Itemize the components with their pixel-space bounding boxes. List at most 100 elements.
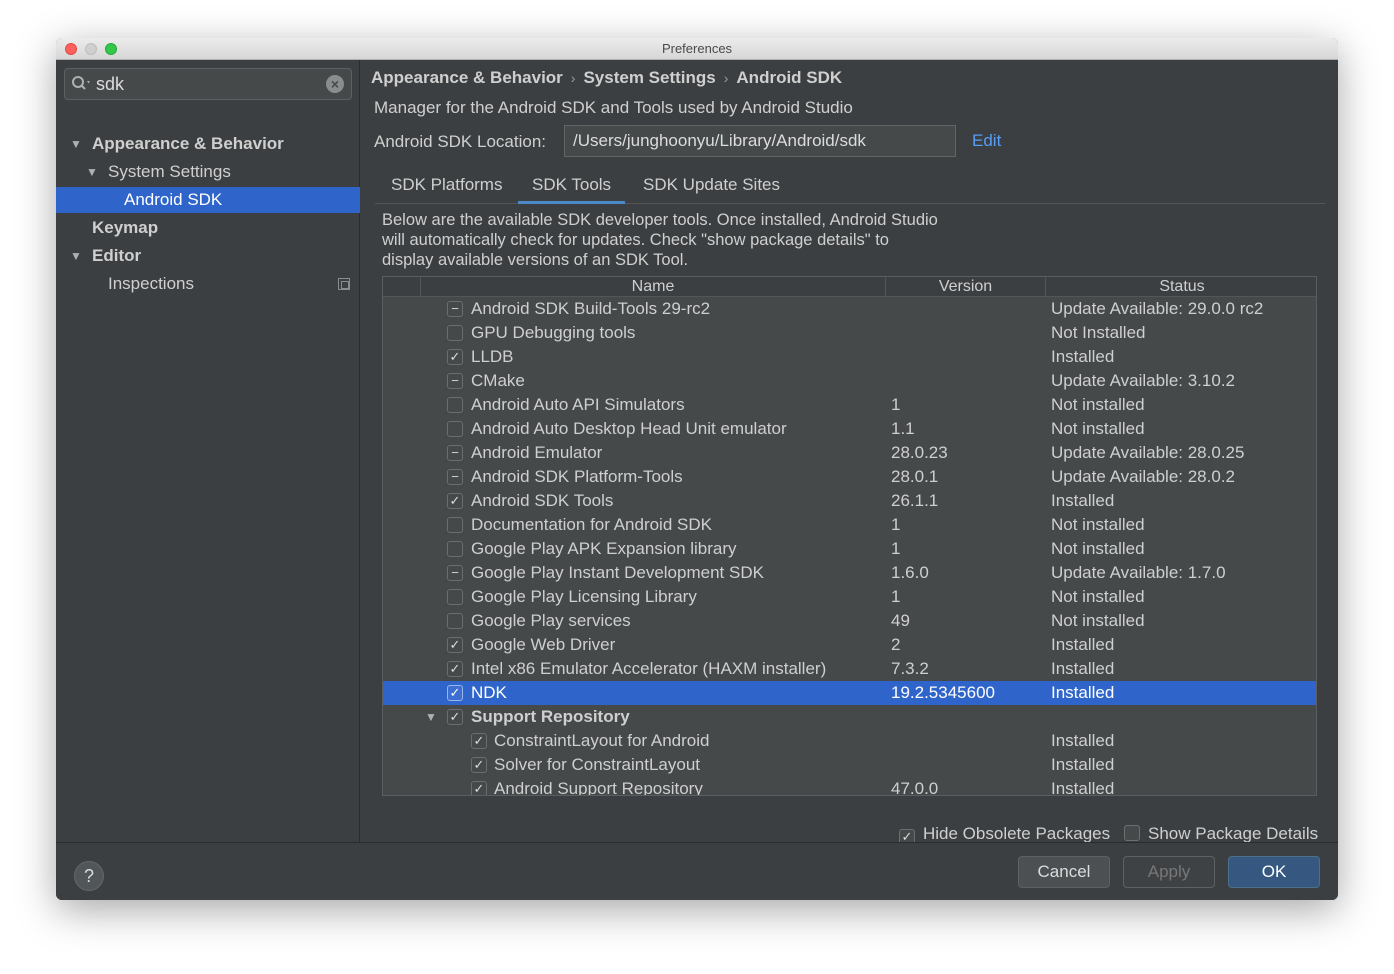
table-row[interactable]: Google Play services 49 Not installed — [383, 609, 1316, 633]
column-header-version[interactable]: Version — [886, 277, 1046, 297]
table-row[interactable]: − CMake Update Available: 3.10.2 — [383, 369, 1316, 393]
cell-name: Google Play Instant Development SDK — [471, 563, 764, 582]
sidebar-item-label: Android SDK — [124, 190, 223, 209]
table-row[interactable]: ✓ Google Web Driver 2 Installed — [383, 633, 1316, 657]
zoom-window-button[interactable] — [105, 43, 117, 55]
table-row[interactable]: GPU Debugging tools Not Installed — [383, 321, 1316, 345]
row-checkbox[interactable] — [447, 325, 463, 341]
column-header-status[interactable]: Status — [1046, 277, 1316, 297]
cell-status: Installed — [1051, 491, 1115, 510]
row-checkbox[interactable]: ✓ — [447, 349, 463, 365]
cell-name: Intel x86 Emulator Accelerator (HAXM ins… — [471, 659, 827, 678]
show-details-label: Show Package Details — [1148, 824, 1319, 843]
ok-button[interactable]: OK — [1228, 856, 1320, 888]
cell-version: 28.0.1 — [891, 467, 939, 486]
show-details-option[interactable]: Show Package Details — [1124, 824, 1318, 844]
help-button[interactable]: ? — [74, 861, 104, 891]
row-checkbox[interactable] — [447, 541, 463, 557]
row-checkbox[interactable] — [447, 589, 463, 605]
cell-name: Google Play Licensing Library — [471, 587, 697, 606]
main-panel: Appearance & Behavior › System Settings › An… — [361, 60, 1338, 845]
table-row[interactable]: ✓ LLDB Installed — [383, 345, 1316, 369]
expand-arrow-icon[interactable]: ▼ — [70, 243, 82, 269]
cell-name: Google Play services — [471, 611, 631, 630]
row-checkbox[interactable]: ✓ — [471, 757, 487, 773]
tab-sdk-update-sites[interactable]: SDK Update Sites — [629, 168, 794, 204]
sidebar-item-keymap[interactable]: Keymap — [56, 215, 360, 241]
table-row[interactable]: ✓ Android SDK Tools 26.1.1 Installed — [383, 489, 1316, 513]
row-checkbox[interactable] — [447, 517, 463, 533]
row-checkbox[interactable]: − — [447, 301, 463, 317]
cell-name: Android SDK Platform-Tools — [471, 467, 683, 486]
table-row[interactable]: ✓ Intel x86 Emulator Accelerator (HAXM in… — [383, 657, 1316, 681]
sidebar-item-editor[interactable]: ▼ Editor — [56, 243, 360, 269]
clear-search-icon[interactable]: × — [326, 75, 344, 93]
table-row[interactable]: ✓ Solver for ConstraintLayout Installed — [383, 753, 1316, 777]
row-checkbox[interactable] — [447, 397, 463, 413]
cell-name: CMake — [471, 371, 525, 390]
search-icon[interactable] — [71, 75, 93, 93]
cell-status: Installed — [1051, 683, 1115, 702]
cell-status: Not Installed — [1051, 323, 1146, 342]
sidebar-item-label: System Settings — [108, 162, 231, 181]
hide-obsolete-label: Hide Obsolete Packages — [923, 824, 1111, 843]
cell-version: 19.2.5345600 — [891, 683, 995, 702]
cell-name: Google Web Driver — [471, 635, 616, 654]
row-checkbox[interactable]: ✓ — [447, 637, 463, 653]
row-checkbox[interactable]: − — [447, 445, 463, 461]
apply-button[interactable]: Apply — [1123, 856, 1215, 888]
row-checkbox[interactable]: ✓ — [447, 661, 463, 677]
show-details-checkbox[interactable] — [1124, 825, 1140, 841]
table-row[interactable]: Android Auto API Simulators 1 Not installe… — [383, 393, 1316, 417]
sidebar-item-system-settings[interactable]: ▼ System Settings — [56, 159, 360, 185]
search-input[interactable] — [96, 73, 316, 95]
cell-name: Android Auto Desktop Head Unit emulator — [471, 419, 787, 438]
row-checkbox[interactable] — [447, 613, 463, 629]
table-row[interactable]: ✓ ConstraintLayout for Android Installed — [383, 729, 1316, 753]
row-checkbox[interactable] — [447, 421, 463, 437]
sdk-location-field[interactable]: /Users/junghoonyu/Library/Android/sdk — [564, 125, 956, 157]
row-checkbox[interactable]: − — [447, 469, 463, 485]
table-row[interactable]: Android Auto Desktop Head Unit emulator 1… — [383, 417, 1316, 441]
table-row[interactable]: ▼ ✓ Support Repository — [383, 705, 1316, 729]
row-checkbox[interactable]: ✓ — [447, 685, 463, 701]
expand-arrow-icon[interactable]: ▼ — [70, 131, 82, 157]
table-row[interactable]: − Android Emulator 28.0.23 Update Available… — [383, 441, 1316, 465]
row-checkbox[interactable]: − — [447, 373, 463, 389]
table-row[interactable]: ✓ NDK 19.2.5345600 Installed — [383, 681, 1316, 705]
table-row[interactable]: − Android SDK Build-Tools 29-rc2 Update Av… — [383, 297, 1316, 321]
table-row[interactable]: Documentation for Android SDK 1 Not instal… — [383, 513, 1316, 537]
cell-version: 1.1 — [891, 419, 915, 438]
cell-version: 2 — [891, 635, 901, 654]
sidebar-item-inspections[interactable]: Inspections — [56, 271, 360, 297]
close-window-button[interactable] — [65, 43, 77, 55]
table-row[interactable]: ✓ Android Support Repository 47.0.0 Install… — [383, 777, 1316, 795]
row-checkbox[interactable]: ✓ — [447, 709, 463, 725]
table-header-spacer — [383, 277, 421, 297]
row-checkbox[interactable]: ✓ — [447, 493, 463, 509]
cell-status: Installed — [1051, 755, 1115, 774]
column-header-name[interactable]: Name — [421, 277, 886, 297]
sidebar-item-appearance-behavior[interactable]: ▼ Appearance & Behavior — [56, 131, 360, 157]
settings-search[interactable]: × — [64, 68, 352, 100]
cell-status: Not installed — [1051, 539, 1145, 558]
intro-line: Below are the available SDK developer to… — [382, 211, 938, 229]
row-checkbox[interactable]: − — [447, 565, 463, 581]
cancel-button[interactable]: Cancel — [1018, 856, 1110, 888]
table-row[interactable]: Google Play APK Expansion library 1 Not in… — [383, 537, 1316, 561]
expand-arrow-icon[interactable]: ▼ — [425, 705, 437, 729]
tab-sdk-platforms[interactable]: SDK Platforms — [377, 168, 516, 204]
sidebar-item-android-sdk[interactable]: Android SDK — [56, 187, 360, 213]
table-row[interactable]: − Google Play Instant Development SDK 1.6.… — [383, 561, 1316, 585]
edit-location-link[interactable]: Edit — [972, 131, 1001, 151]
row-checkbox[interactable]: ✓ — [471, 781, 487, 795]
table-row[interactable]: Google Play Licensing Library 1 Not instal… — [383, 585, 1316, 609]
table-row[interactable]: − Android SDK Platform-Tools 28.0.1 Update … — [383, 465, 1316, 489]
tab-sdk-tools[interactable]: SDK Tools — [518, 168, 626, 204]
cell-version: 1 — [891, 515, 901, 534]
minimize-window-button[interactable] — [85, 43, 97, 55]
expand-arrow-icon[interactable]: ▼ — [86, 159, 98, 185]
cell-name: LLDB — [471, 347, 514, 366]
cell-version: 1 — [891, 539, 901, 558]
row-checkbox[interactable]: ✓ — [471, 733, 487, 749]
